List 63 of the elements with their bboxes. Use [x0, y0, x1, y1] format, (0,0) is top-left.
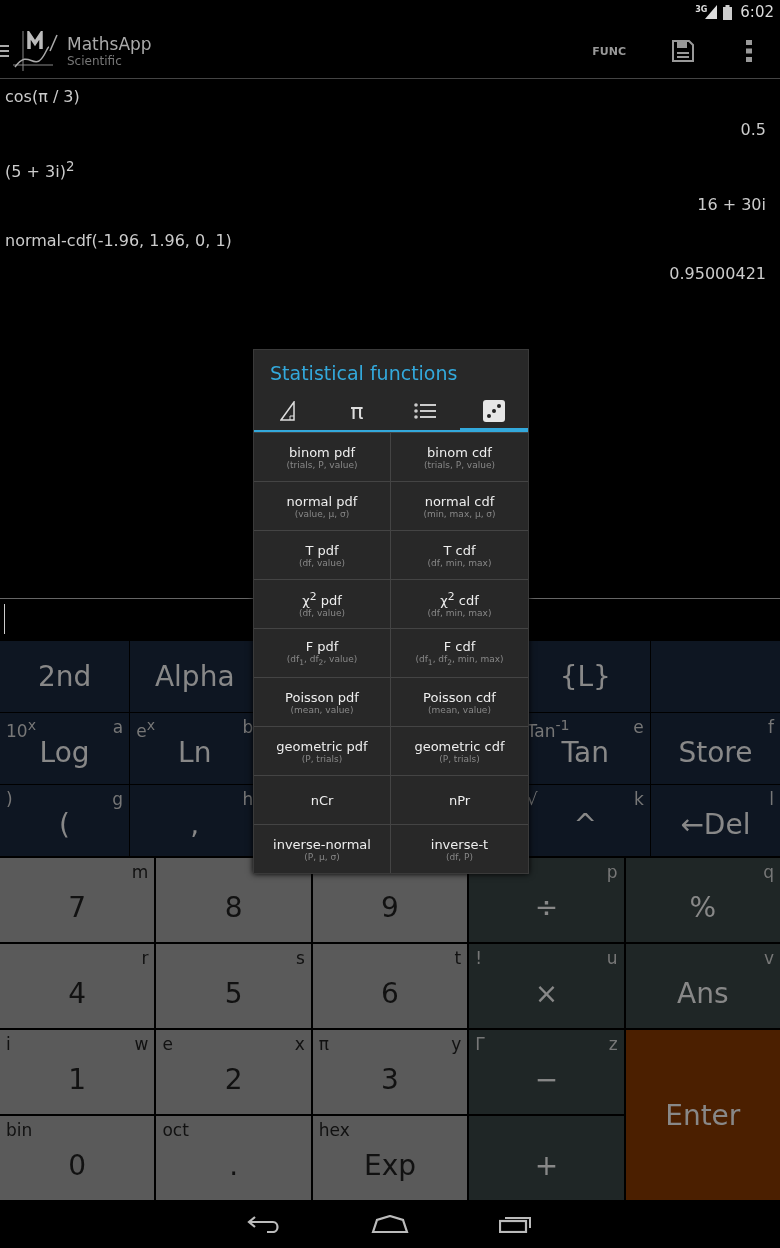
- keypad-key[interactable]: q %: [625, 858, 780, 942]
- keypad-key[interactable]: r 4: [0, 944, 155, 1028]
- history-result: 0.5: [740, 120, 767, 139]
- function-key[interactable]: f Store: [650, 713, 780, 784]
- function-key[interactable]: 10$^{x}$ a Log: [0, 713, 130, 784]
- app-subtitle: Scientific: [67, 54, 123, 68]
- dice-icon: [482, 400, 505, 422]
- function-item[interactable]: geometric pdf (P, trials): [254, 726, 391, 775]
- keypad-key[interactable]: t 6: [312, 944, 468, 1028]
- keypad-key[interactable]: hex Exp: [312, 1116, 468, 1200]
- function-item[interactable]: Poisson pdf (mean, value): [254, 677, 391, 726]
- function-item[interactable]: Poisson cdf (mean, value): [391, 677, 528, 726]
- history-result: 0.95000421: [669, 264, 767, 283]
- history-expression: cos(π / 3): [4, 87, 80, 106]
- network-type-label: 3G: [695, 5, 708, 14]
- app-title: MathsApp: [67, 34, 153, 54]
- function-item[interactable]: F cdf (df$_{1}$, df$_{2}$, min, max): [391, 628, 528, 677]
- function-key[interactable]: 2nd: [0, 641, 130, 712]
- keypad-key[interactable]: s 5: [156, 944, 311, 1028]
- keypad-key[interactable]: oct .: [156, 1116, 311, 1200]
- function-item[interactable]: χ$^{2}$ pdf (df, value): [254, 579, 391, 628]
- function-item[interactable]: F pdf (df$_{1}$, df$_{2}$, value): [254, 628, 391, 677]
- recent-apps-icon[interactable]: [499, 1215, 533, 1233]
- clock-time: 6:02: [740, 3, 774, 21]
- function-item[interactable]: inverse-t (df, P): [391, 824, 528, 873]
- keypad-key[interactable]: Γ z −: [469, 1030, 624, 1114]
- history-expression: normal-cdf(-1.96, 1.96, 0, 1): [4, 231, 232, 250]
- category-tab[interactable]: π: [322, 394, 391, 432]
- keypad-key[interactable]: m 7: [0, 858, 155, 942]
- function-item[interactable]: inverse-normal (P, μ, σ): [254, 824, 391, 873]
- back-icon[interactable]: [247, 1215, 281, 1233]
- function-item[interactable]: geometric cdf (P, trials): [391, 726, 528, 775]
- history-expression: (5 + 3i)$^{2}$: [4, 159, 75, 182]
- keypad-key[interactable]: bin 0: [0, 1116, 155, 1200]
- keypad-key[interactable]: π y 3: [312, 1030, 468, 1114]
- battery-icon: [723, 4, 733, 20]
- function-item[interactable]: binom pdf (trials, P, value): [254, 432, 391, 481]
- keypad-key[interactable]: v Ans: [625, 944, 780, 1028]
- home-icon[interactable]: [371, 1215, 409, 1233]
- list-icon: [414, 403, 437, 419]
- menu-icon[interactable]: [0, 45, 9, 57]
- keypad-key[interactable]: Enter: [625, 1030, 780, 1200]
- keypad-key[interactable]: +: [469, 1116, 624, 1200]
- function-item[interactable]: χ$^{2}$ cdf (df, min, max): [391, 579, 528, 628]
- save-icon[interactable]: [672, 40, 694, 62]
- function-item[interactable]: normal pdf (value, μ, σ): [254, 481, 391, 530]
- keypad-key[interactable]: i w 1: [0, 1030, 155, 1114]
- dialog-title: Statistical functions: [269, 361, 459, 386]
- history-result: 16 + 30i: [697, 195, 767, 215]
- signal-icon: [705, 5, 718, 19]
- func-button[interactable]: FUNC: [586, 38, 632, 64]
- function-item[interactable]: binom cdf (trials, P, value): [391, 432, 528, 481]
- function-item[interactable]: T cdf (df, min, max): [391, 530, 528, 579]
- overflow-menu-icon[interactable]: [746, 40, 752, 62]
- function-item[interactable]: nPr: [391, 775, 528, 824]
- function-item[interactable]: normal cdf (min, max, μ, σ): [391, 481, 528, 530]
- triangle-icon: [280, 401, 297, 421]
- keypad-key[interactable]: ! u ×: [469, 944, 624, 1028]
- function-key[interactable]: l ←Del: [650, 785, 780, 856]
- function-item[interactable]: T pdf (df, value): [254, 530, 391, 579]
- keypad-key[interactable]: e x 2: [156, 1030, 311, 1114]
- function-item[interactable]: nCr: [254, 775, 391, 824]
- function-key[interactable]: ) g (: [0, 785, 130, 856]
